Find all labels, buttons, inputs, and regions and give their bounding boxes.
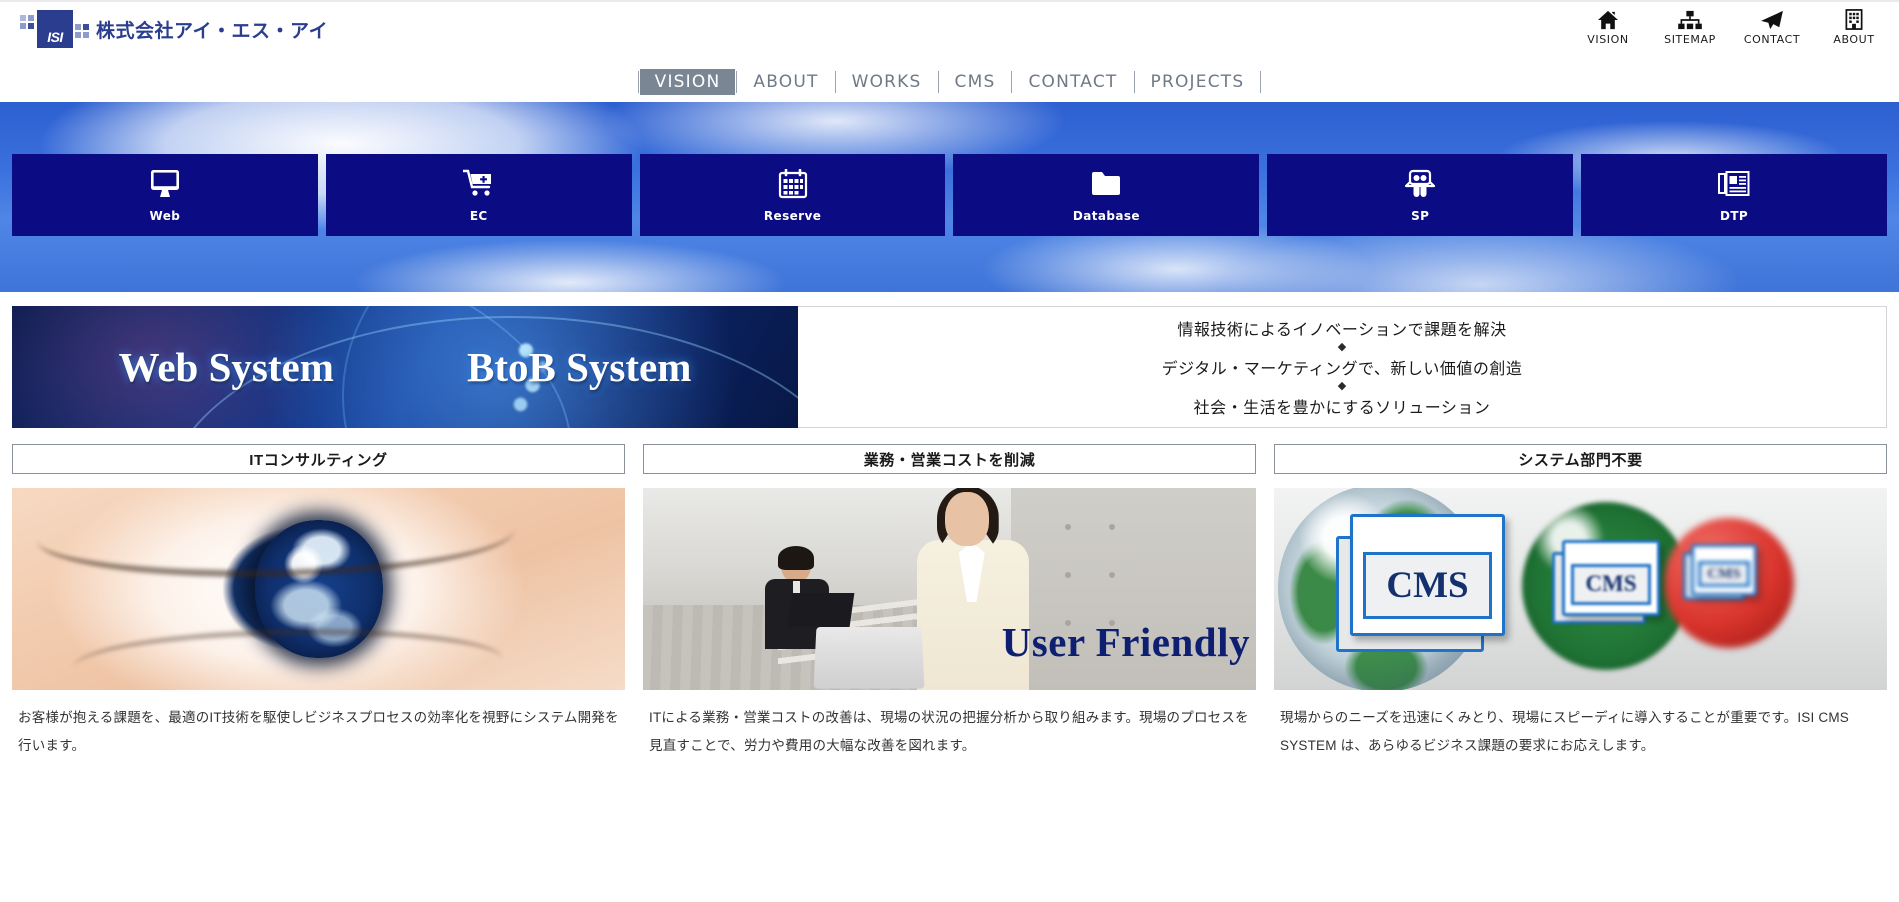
- card-it-consulting: お客様が抱える課題を、最適のIT技術を駆使しビジネスプロセスの効率化を視野にシス…: [12, 488, 625, 759]
- utility-nav: VISION SITEMAP CONTACT ABOUT: [1577, 8, 1885, 46]
- nav-separator: [834, 71, 836, 93]
- card-body-no-system-dept: 現場からのニーズを迅速にくみとり、現場にスピーディに導入することが重要です。IS…: [1280, 710, 1850, 753]
- calendar-icon: [778, 167, 808, 201]
- cms-window-2: CMS: [1562, 540, 1660, 616]
- util-nav-label-contact: CONTACT: [1743, 33, 1801, 46]
- nav-item-about[interactable]: ABOUT: [738, 69, 833, 96]
- shopping-cart-plus-icon: [462, 167, 495, 201]
- card-headings-row: ITコンサルティング 業務・営業コストを削減 システム部門不要: [12, 444, 1887, 474]
- hero-message-line-1: 情報技術によるイノベーションで課題を解決: [1177, 322, 1507, 339]
- nav-item-projects[interactable]: PROJECTS: [1136, 69, 1260, 96]
- cms-window-3: CMS: [1691, 544, 1757, 596]
- company-name: 株式会社アイ・エス・アイ: [96, 20, 329, 42]
- service-tile-ec[interactable]: EC: [325, 154, 632, 236]
- sitemap-icon: [1659, 8, 1721, 30]
- card-heading-it-consulting[interactable]: ITコンサルティング: [12, 444, 625, 474]
- service-tile-label-ec: EC: [469, 209, 488, 223]
- service-tile-web[interactable]: Web: [12, 154, 318, 236]
- hero-message-panel: 情報技術によるイノベーションで課題を解決 ◆ デジタル・マーケティングで、新しい…: [798, 306, 1887, 428]
- nav-separator: [637, 71, 639, 93]
- util-nav-item-contact[interactable]: CONTACT: [1741, 8, 1803, 46]
- nav-separator: [1133, 71, 1135, 93]
- main-content: Web System BtoB System 情報技術によるイノベーションで課題…: [0, 306, 1899, 759]
- laptop-front-shape: [813, 626, 925, 689]
- user-friendly-caption: User Friendly: [1001, 619, 1250, 665]
- eyelash-bottom-shape: [73, 629, 503, 690]
- cms-window-1: CMS: [1350, 514, 1505, 636]
- nav-item-cms[interactable]: CMS: [940, 69, 1011, 96]
- building-icon: [1823, 8, 1885, 30]
- site-logo[interactable]: ISI 株式会社アイ・エス・アイ: [18, 10, 328, 48]
- hero-system-banner-image: Web System BtoB System: [12, 306, 798, 428]
- card-cost-reduction: User Friendly ITによる業務・営業コストの改善は、現場の状況の把握…: [643, 488, 1256, 759]
- hero-message-line-2: デジタル・マーケティングで、新しい価値の創造: [1161, 361, 1523, 378]
- nav-item-vision[interactable]: VISION: [639, 68, 736, 96]
- nav-separator: [1011, 71, 1013, 93]
- card-heading-cost-reduction[interactable]: 業務・営業コストを削減: [643, 444, 1256, 474]
- hero-message-line-3: 社会・生活を豊かにするソリューション: [1193, 400, 1491, 417]
- newspaper-icon: [1718, 167, 1750, 201]
- monitor-icon: [149, 167, 181, 201]
- cms-caption-2: CMS: [1585, 571, 1637, 597]
- cms-globes-image: CMS CMS CMS: [1274, 488, 1887, 690]
- service-tile-label-sp: SP: [1411, 209, 1430, 223]
- folder-icon: [1090, 167, 1122, 201]
- util-nav-label-sitemap: SITEMAP: [1664, 33, 1716, 46]
- util-nav-label-vision: VISION: [1587, 33, 1629, 46]
- service-tile-label-dtp: DTP: [1719, 209, 1749, 223]
- eyelash-top-shape: [36, 492, 515, 577]
- home-icon: [1577, 8, 1639, 30]
- cards-row: お客様が抱える課題を、最適のIT技術を駆使しビジネスプロセスの効率化を視野にシス…: [12, 488, 1887, 759]
- cms-caption-3: CMS: [1707, 565, 1741, 582]
- logo-isi-text: ISI: [47, 29, 63, 45]
- service-tile-label-reserve: Reserve: [763, 209, 822, 223]
- people-presentation-icon: [1405, 167, 1436, 201]
- logo-dots-left-icon: [20, 15, 34, 29]
- eye-earth-image: [12, 488, 625, 690]
- main-nav-list: VISION ABOUT WORKS CMS CONTACT PROJECTS: [637, 68, 1263, 96]
- card-no-system-dept: CMS CMS CMS 現場からのニーズを迅速にくみとり、現場にスピーディに導入…: [1274, 488, 1887, 759]
- hero-banner-text: Web System BtoB System: [12, 306, 798, 428]
- nav-separator: [1260, 71, 1262, 93]
- card-heading-no-system-dept[interactable]: システム部門不要: [1274, 444, 1887, 474]
- util-nav-label-about: ABOUT: [1833, 33, 1875, 46]
- util-nav-item-sitemap[interactable]: SITEMAP: [1659, 8, 1721, 46]
- hero-text-web-system: Web System: [118, 344, 334, 390]
- main-navigation: VISION ABOUT WORKS CMS CONTACT PROJECTS: [0, 62, 1899, 102]
- logo-dots-right-icon: [75, 24, 89, 38]
- laptop-back-shape: [787, 593, 855, 628]
- util-nav-item-vision[interactable]: VISION: [1577, 8, 1639, 46]
- office-user-friendly-image: User Friendly: [643, 488, 1256, 690]
- service-tile-sp[interactable]: SP: [1267, 154, 1574, 236]
- service-tile-label-web: Web: [149, 209, 181, 223]
- nav-item-works[interactable]: WORKS: [837, 69, 937, 96]
- service-tile-dtp[interactable]: DTP: [1581, 154, 1887, 236]
- hero-row: Web System BtoB System 情報技術によるイノベーションで課題…: [12, 306, 1887, 428]
- card-body-it-consulting: お客様が抱える課題を、最適のIT技術を駆使しビジネスプロセスの効率化を視野にシス…: [18, 710, 619, 753]
- service-tiles: Web EC Reserve Database SP DTP: [12, 154, 1887, 236]
- card-heading-label: 業務・営業コストを削減: [863, 451, 1036, 469]
- hero-text-btob-system: BtoB System: [467, 344, 692, 390]
- card-heading-label: システム部門不要: [1518, 451, 1643, 469]
- hero-message-diamond-2: ◆: [1337, 380, 1347, 392]
- service-tile-label-database: Database: [1072, 209, 1140, 223]
- nav-separator: [736, 71, 738, 93]
- isi-logo-mark: ISI: [18, 10, 90, 48]
- card-body-cost-reduction: ITによる業務・営業コストの改善は、現場の状況の把握分析から取り組みます。現場の…: [649, 710, 1249, 753]
- card-heading-label: ITコンサルティング: [249, 451, 388, 469]
- sky-banner: Web EC Reserve Database SP DTP: [0, 102, 1899, 292]
- paper-plane-icon: [1741, 8, 1803, 30]
- hero-message-diamond-1: ◆: [1337, 341, 1347, 353]
- nav-separator: [937, 71, 939, 93]
- cms-caption-1: CMS: [1386, 564, 1469, 606]
- site-header: ISI 株式会社アイ・エス・アイ VISION SITEMAP CONTACT …: [0, 0, 1899, 62]
- service-tile-reserve[interactable]: Reserve: [639, 154, 946, 236]
- util-nav-item-about[interactable]: ABOUT: [1823, 8, 1885, 46]
- service-tile-database[interactable]: Database: [953, 154, 1260, 236]
- nav-item-contact[interactable]: CONTACT: [1013, 69, 1132, 96]
